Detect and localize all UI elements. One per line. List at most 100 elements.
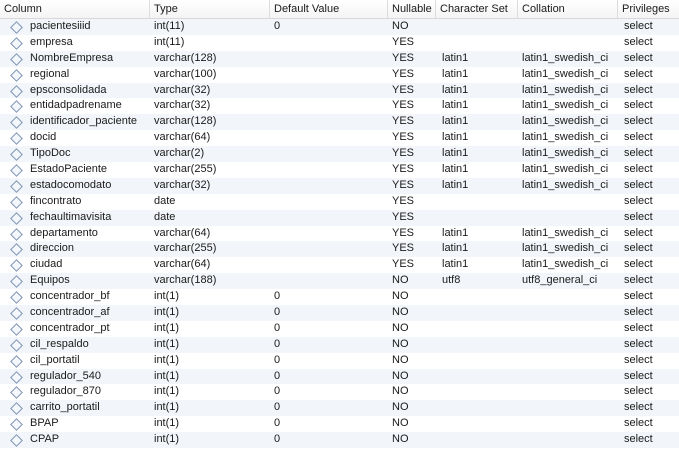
nullable-cell: YES [392, 51, 415, 64]
character-set-cell [438, 337, 518, 353]
table-row[interactable]: cil_portatil int(1) 0 NO select [0, 353, 679, 369]
table-row[interactable]: entidadpadrename varchar(32) YES latin1 lati… [0, 98, 679, 114]
table-row[interactable]: BPAP int(1) 0 NO select [0, 416, 679, 432]
column-diamond-icon [8, 305, 24, 321]
type-cell: varchar(32) [154, 178, 211, 191]
type-cell: int(1) [154, 417, 180, 430]
type-cell: int(1) [154, 290, 180, 303]
table-row[interactable]: concentrador_bf int(1) 0 NO select [0, 289, 679, 305]
privileges-cell: select [624, 51, 653, 64]
column-name-cell: empresa [30, 35, 73, 48]
nullable-cell: YES [392, 210, 415, 223]
type-cell: varchar(188) [154, 274, 217, 287]
header-collation[interactable]: Collation [518, 0, 618, 18]
column-name-cell: concentrador_bf [30, 290, 110, 303]
table-row[interactable]: fincontrato date YES select [0, 194, 679, 210]
table-row[interactable]: ciudad varchar(64) YES latin1 latin1_swedish… [0, 257, 679, 273]
character-set-cell: latin1 [442, 178, 469, 191]
privileges-cell: select [624, 115, 653, 128]
collation-cell: latin1_swedish_ci [522, 147, 609, 160]
collation-cell [518, 384, 618, 400]
table-row[interactable]: regional varchar(100) YES latin1 latin1_swed… [0, 67, 679, 83]
table-row[interactable]: carrito_portatil int(1) 0 NO select [0, 400, 679, 417]
privileges-cell: select [624, 401, 653, 414]
table-row[interactable]: regulador_870 int(1) 0 NO select [0, 384, 679, 400]
collation-cell: latin1_swedish_ci [522, 163, 609, 176]
table-row[interactable]: departamento varchar(64) YES latin1 latin1_s… [0, 226, 679, 242]
character-set-cell: latin1 [442, 147, 469, 160]
table-row[interactable]: estadocomodato varchar(32) YES latin1 latin1… [0, 177, 679, 194]
column-diamond-icon [8, 98, 24, 114]
table-row[interactable]: regulador_540 int(1) 0 NO select [0, 368, 679, 385]
column-name-cell: estadocomodato [30, 178, 112, 191]
table-row[interactable]: cil_respaldo int(1) 0 NO select [0, 336, 679, 353]
privileges-cell: select [624, 274, 653, 287]
header-default-value[interactable]: Default Value [270, 0, 388, 18]
privileges-cell: select [624, 83, 653, 96]
header-privileges[interactable]: Privileges [618, 0, 679, 18]
column-name-cell: regulador_540 [30, 369, 101, 382]
grid-body: pacientesiiid int(11) 0 NO select empresa int(… [0, 19, 679, 449]
default-value-cell: 0 [274, 433, 281, 446]
column-diamond-icon [8, 369, 24, 385]
header-character-set[interactable]: Character Set [436, 0, 518, 18]
privileges-cell: select [624, 433, 653, 446]
type-cell: int(1) [154, 306, 180, 319]
table-row[interactable]: NombreEmpresa varchar(128) YES latin1 latin1… [0, 50, 679, 67]
column-name-cell: cil_portatil [30, 353, 80, 366]
header-nullable[interactable]: Nullable [388, 0, 436, 18]
character-set-cell [438, 400, 518, 416]
type-cell: varchar(64) [154, 226, 211, 239]
default-value-cell: 0 [274, 306, 281, 319]
table-row[interactable]: epsconsolidada varchar(32) YES latin1 latin1… [0, 82, 679, 99]
header-type[interactable]: Type [150, 0, 270, 18]
table-row[interactable]: concentrador_af int(1) 0 NO select [0, 305, 679, 321]
collation-cell [518, 19, 618, 35]
table-row[interactable]: empresa int(11) YES select [0, 35, 679, 51]
character-set-cell: latin1 [442, 163, 469, 176]
character-set-cell [438, 194, 518, 210]
privileges-cell: select [624, 353, 653, 366]
privileges-cell: select [624, 321, 653, 334]
table-row[interactable]: Equipos varchar(188) NO utf8 utf8_general_ci… [0, 273, 679, 290]
column-diamond-icon [8, 384, 24, 400]
nullable-cell: NO [392, 274, 409, 287]
privileges-cell: select [624, 20, 653, 32]
table-row[interactable]: TipoDoc varchar(2) YES latin1 latin1_swedish… [0, 146, 679, 163]
table-row[interactable]: fechaultimavisita date YES select [0, 209, 679, 226]
header-column[interactable]: Column [0, 0, 150, 18]
column-name-cell: fincontrato [30, 194, 82, 207]
table-row[interactable]: concentrador_pt int(1) 0 NO select [0, 321, 679, 337]
table-row[interactable]: EstadoPaciente varchar(255) YES latin1 latin… [0, 162, 679, 178]
table-row[interactable]: identificador_paciente varchar(128) YES lat… [0, 114, 679, 131]
nullable-cell: NO [392, 306, 409, 319]
table-row[interactable]: docid varchar(64) YES latin1 latin1_swedish_… [0, 130, 679, 146]
table-row[interactable]: direccion varchar(255) YES latin1 latin1_swe… [0, 241, 679, 258]
type-cell: varchar(128) [154, 51, 217, 64]
column-diamond-icon [8, 19, 24, 35]
column-diamond-icon [8, 257, 24, 273]
column-name-cell: concentrador_af [30, 306, 110, 319]
collation-cell: utf8_general_ci [522, 274, 598, 287]
default-value-cell [270, 83, 388, 99]
column-name-cell: pacientesiiid [30, 20, 91, 32]
table-row[interactable]: CPAP int(1) 0 NO select [0, 432, 679, 449]
collation-cell [518, 194, 618, 210]
nullable-cell: NO [392, 353, 409, 366]
column-name-cell: epsconsolidada [30, 83, 107, 96]
character-set-cell: utf8 [442, 274, 461, 287]
default-value-cell: 0 [274, 385, 281, 398]
nullable-cell: YES [392, 67, 415, 80]
type-cell: int(1) [154, 401, 180, 414]
privileges-cell: select [624, 131, 653, 144]
column-name-cell: departamento [30, 226, 98, 239]
privileges-cell: select [624, 385, 653, 398]
nullable-cell: YES [392, 163, 415, 176]
collation-cell: latin1_swedish_ci [522, 258, 609, 271]
column-diamond-icon [8, 67, 24, 83]
nullable-cell: NO [392, 401, 409, 414]
type-cell: varchar(255) [154, 163, 217, 176]
default-value-cell [270, 114, 388, 130]
table-row[interactable]: pacientesiiid int(11) 0 NO select [0, 19, 679, 35]
column-diamond-icon [8, 162, 24, 178]
